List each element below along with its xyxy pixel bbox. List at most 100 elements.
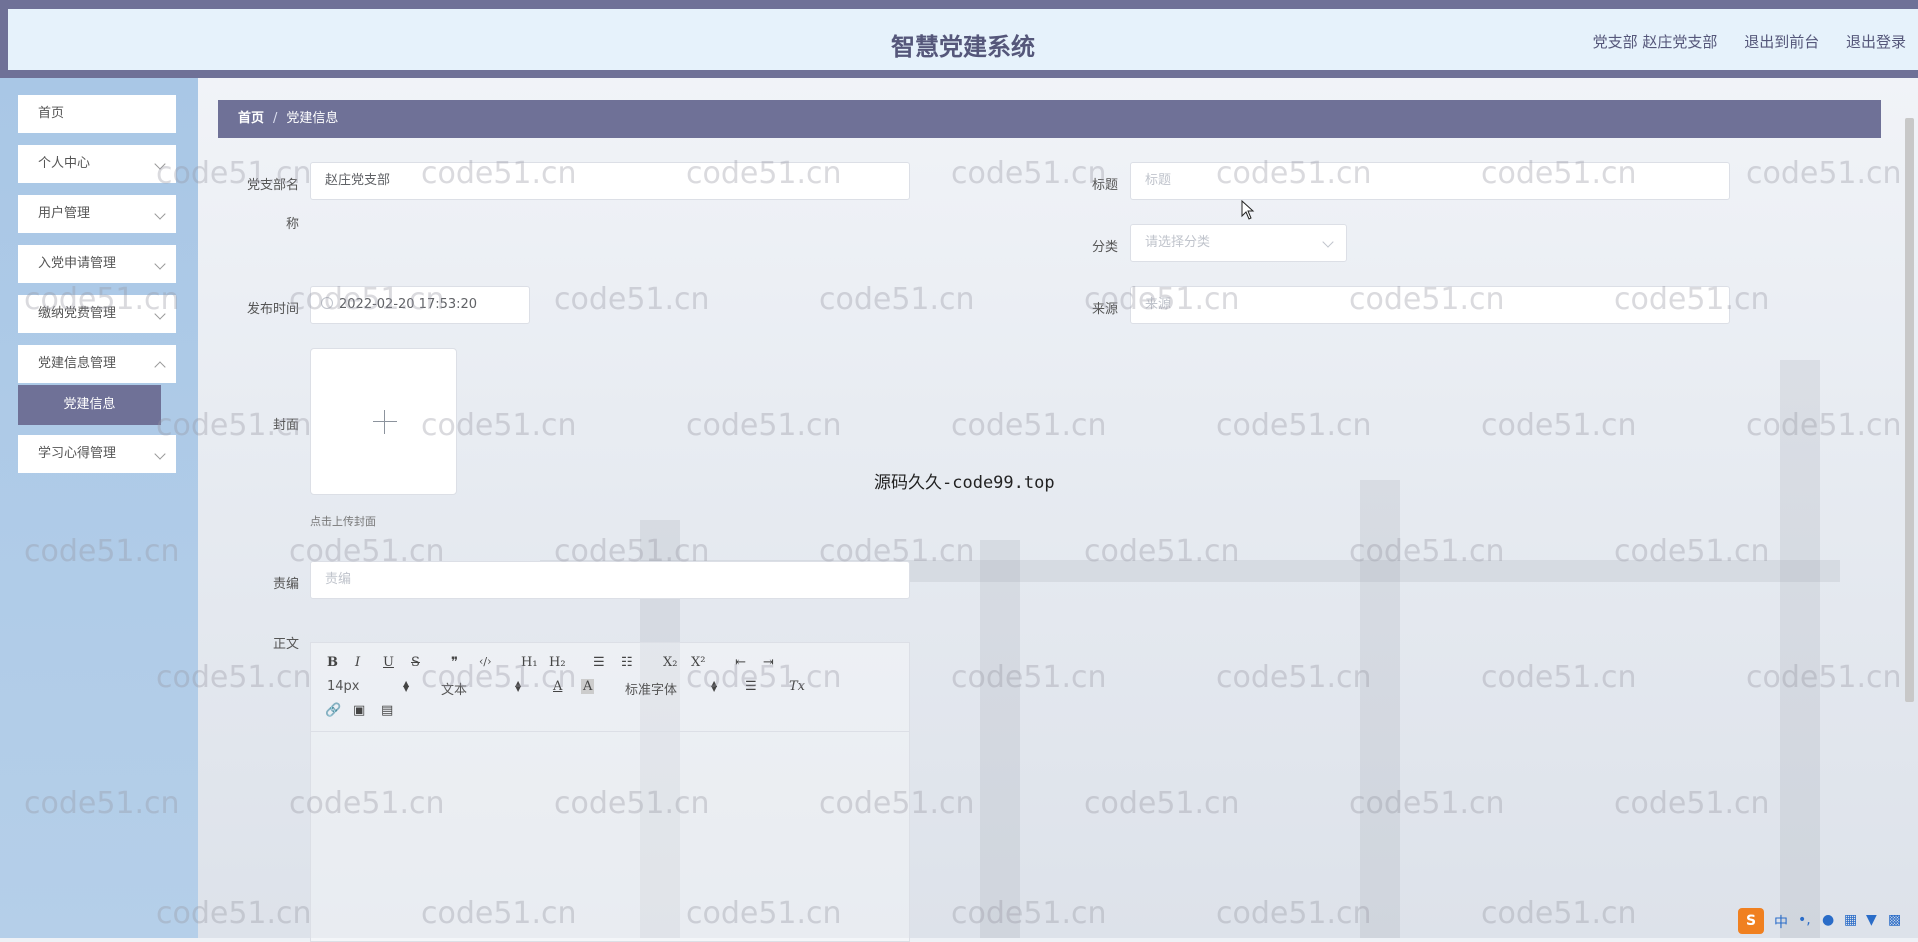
watermark-text: code51.cn bbox=[1614, 786, 1770, 821]
watermark-text: code51.cn bbox=[24, 786, 180, 821]
image-icon[interactable]: ▣ bbox=[353, 703, 365, 718]
chevron-down-icon bbox=[1322, 236, 1334, 248]
watermark-text: code51.cn bbox=[1349, 534, 1505, 569]
watermark-text: code51.cn bbox=[686, 408, 842, 443]
watermark-text: code51.cn bbox=[1216, 660, 1372, 695]
watermark-row: code51.cn code51.cn code51.cn code51.cn … bbox=[0, 786, 1918, 826]
watermark-center-text: 源码久久-code99.top bbox=[874, 473, 1055, 493]
watermark-text: code51.cn bbox=[819, 786, 975, 821]
category-select[interactable]: 请选择分类 bbox=[1130, 224, 1347, 262]
sidebar-item-label: 学习心得管理 bbox=[38, 446, 117, 461]
watermark-text: code51.cn bbox=[421, 896, 577, 931]
watermark-text: code51.cn bbox=[554, 534, 710, 569]
skin-icon[interactable]: ▼ bbox=[1866, 912, 1877, 928]
watermark-row: code51.cn code51.cn code51.cn code51.cn … bbox=[0, 534, 1918, 574]
watermark-row: code51.cn code51.cn code51.cn code51.cn … bbox=[0, 896, 1918, 936]
watermark-text: code51.cn bbox=[156, 896, 312, 931]
breadcrumb-current: 党建信息 bbox=[286, 111, 339, 126]
watermark-text: code51.cn bbox=[289, 282, 445, 317]
sidebar-item-user-management[interactable]: 用户管理 bbox=[18, 195, 176, 233]
watermark-text: code51.cn bbox=[1481, 408, 1637, 443]
watermark-text: code51.cn bbox=[1614, 534, 1770, 569]
toolbox-icon[interactable]: ▩ bbox=[1888, 912, 1901, 928]
breadcrumb-separator: / bbox=[273, 111, 278, 126]
watermark-text: code51.cn bbox=[1349, 282, 1505, 317]
watermark-text: code51.cn bbox=[24, 534, 180, 569]
ime-logo-icon: S bbox=[1738, 908, 1764, 934]
watermark-row: code51.cn code51.cn code51.cn code51.cn … bbox=[0, 660, 1918, 700]
chevron-up-icon bbox=[154, 361, 166, 373]
branch-name-label-line2: 称 bbox=[285, 217, 299, 232]
watermark-text: code51.cn bbox=[289, 786, 445, 821]
watermark-text: code51.cn bbox=[421, 660, 577, 695]
ime-punctuation-icon[interactable]: •, bbox=[1798, 912, 1811, 928]
watermark-text: code51.cn bbox=[686, 156, 842, 191]
watermark-text: code51.cn bbox=[1216, 896, 1372, 931]
watermark-text: code51.cn bbox=[1746, 156, 1902, 191]
watermark-text: code51.cn bbox=[421, 408, 577, 443]
watermark-text: code51.cn bbox=[951, 660, 1107, 695]
chevron-down-icon bbox=[154, 448, 166, 460]
sidebar-item-application-management[interactable]: 入党申请管理 bbox=[18, 245, 176, 283]
sidebar-item-label: 入党申请管理 bbox=[38, 256, 117, 271]
watermark-text: code51.cn bbox=[1216, 408, 1372, 443]
watermark-text: code51.cn bbox=[686, 660, 842, 695]
link-icon[interactable]: 🔗 bbox=[325, 703, 341, 718]
back-to-frontend-link[interactable]: 退出到前台 bbox=[1744, 33, 1819, 51]
watermark-text: code51.cn bbox=[1349, 786, 1505, 821]
logout-link[interactable]: 退出登录 bbox=[1846, 33, 1906, 51]
watermark-row: code51.cn code51.cn code51.cn code51.cn … bbox=[0, 408, 1918, 448]
watermark-text: code51.cn bbox=[1746, 408, 1902, 443]
ime-toolbar[interactable]: S 中 •, ● ▦ ▼ ▩ bbox=[1738, 906, 1918, 938]
watermark-row: code51.cn code51.cn code51.cn code51.cn … bbox=[0, 156, 1918, 196]
sidebar-item-info-management[interactable]: 党建信息管理 bbox=[18, 345, 176, 383]
watermark-text: code51.cn bbox=[1481, 896, 1637, 931]
sidebar-item-label: 党建信息管理 bbox=[38, 356, 117, 371]
category-placeholder: 请选择分类 bbox=[1145, 235, 1211, 250]
mouse-cursor-icon bbox=[1241, 200, 1255, 220]
sidebar-item-label: 首页 bbox=[38, 106, 65, 121]
watermark-text: code51.cn bbox=[951, 156, 1107, 191]
watermark-text: code51.cn bbox=[1216, 156, 1372, 191]
watermark-text: code51.cn bbox=[1084, 282, 1240, 317]
watermark-text: code51.cn bbox=[156, 660, 312, 695]
body-label: 正文 bbox=[272, 637, 299, 652]
watermark-text: code51.cn bbox=[421, 156, 577, 191]
watermark-text: code51.cn bbox=[819, 534, 975, 569]
watermark-text: code51.cn bbox=[686, 896, 842, 931]
watermark-text: code51.cn bbox=[289, 534, 445, 569]
sidebar-item-label: 用户管理 bbox=[38, 206, 91, 221]
cover-upload-tip: 点击上传封面 bbox=[310, 515, 376, 528]
watermark-text: code51.cn bbox=[554, 786, 710, 821]
watermark-text: code51.cn bbox=[1084, 534, 1240, 569]
microphone-icon[interactable]: ● bbox=[1822, 912, 1834, 928]
page-scrollbar[interactable] bbox=[1905, 118, 1914, 702]
video-icon[interactable]: ▤ bbox=[381, 703, 393, 718]
watermark-text: code51.cn bbox=[1084, 786, 1240, 821]
top-bar: 智慧党建系统 党支部 赵庄党支部 退出到前台 退出登录 bbox=[0, 0, 1918, 78]
watermark-text: code51.cn bbox=[1746, 660, 1902, 695]
sidebar-item-home[interactable]: 首页 bbox=[18, 95, 176, 133]
watermark-text: code51.cn bbox=[1481, 156, 1637, 191]
watermark-text: code51.cn bbox=[24, 282, 180, 317]
category-label: 分类 bbox=[1091, 240, 1118, 255]
background-pole bbox=[980, 540, 1020, 938]
ime-language-indicator[interactable]: 中 bbox=[1774, 912, 1788, 932]
watermark-text: code51.cn bbox=[1481, 660, 1637, 695]
watermark-text: code51.cn bbox=[951, 408, 1107, 443]
watermark-text: code51.cn bbox=[1614, 282, 1770, 317]
watermark-text: code51.cn bbox=[156, 408, 312, 443]
watermark-text: code51.cn bbox=[554, 282, 710, 317]
editor-label: 责编 bbox=[272, 577, 299, 592]
chevron-down-icon bbox=[154, 208, 166, 220]
watermark-text: code51.cn bbox=[156, 156, 312, 191]
breadcrumb-home[interactable]: 首页 bbox=[238, 111, 264, 126]
keyboard-icon[interactable]: ▦ bbox=[1844, 912, 1857, 928]
current-user-label: 党支部 赵庄党支部 bbox=[1592, 33, 1718, 51]
chevron-down-icon bbox=[154, 258, 166, 270]
watermark-text: code51.cn bbox=[819, 282, 975, 317]
header: 智慧党建系统 党支部 赵庄党支部 退出到前台 退出登录 bbox=[8, 9, 1918, 70]
watermark-row: code51.cn code51.cn code51.cn code51.cn … bbox=[0, 282, 1918, 322]
header-links: 党支部 赵庄党支部 退出到前台 退出登录 bbox=[1571, 31, 1906, 52]
watermark-text: code51.cn bbox=[951, 896, 1107, 931]
